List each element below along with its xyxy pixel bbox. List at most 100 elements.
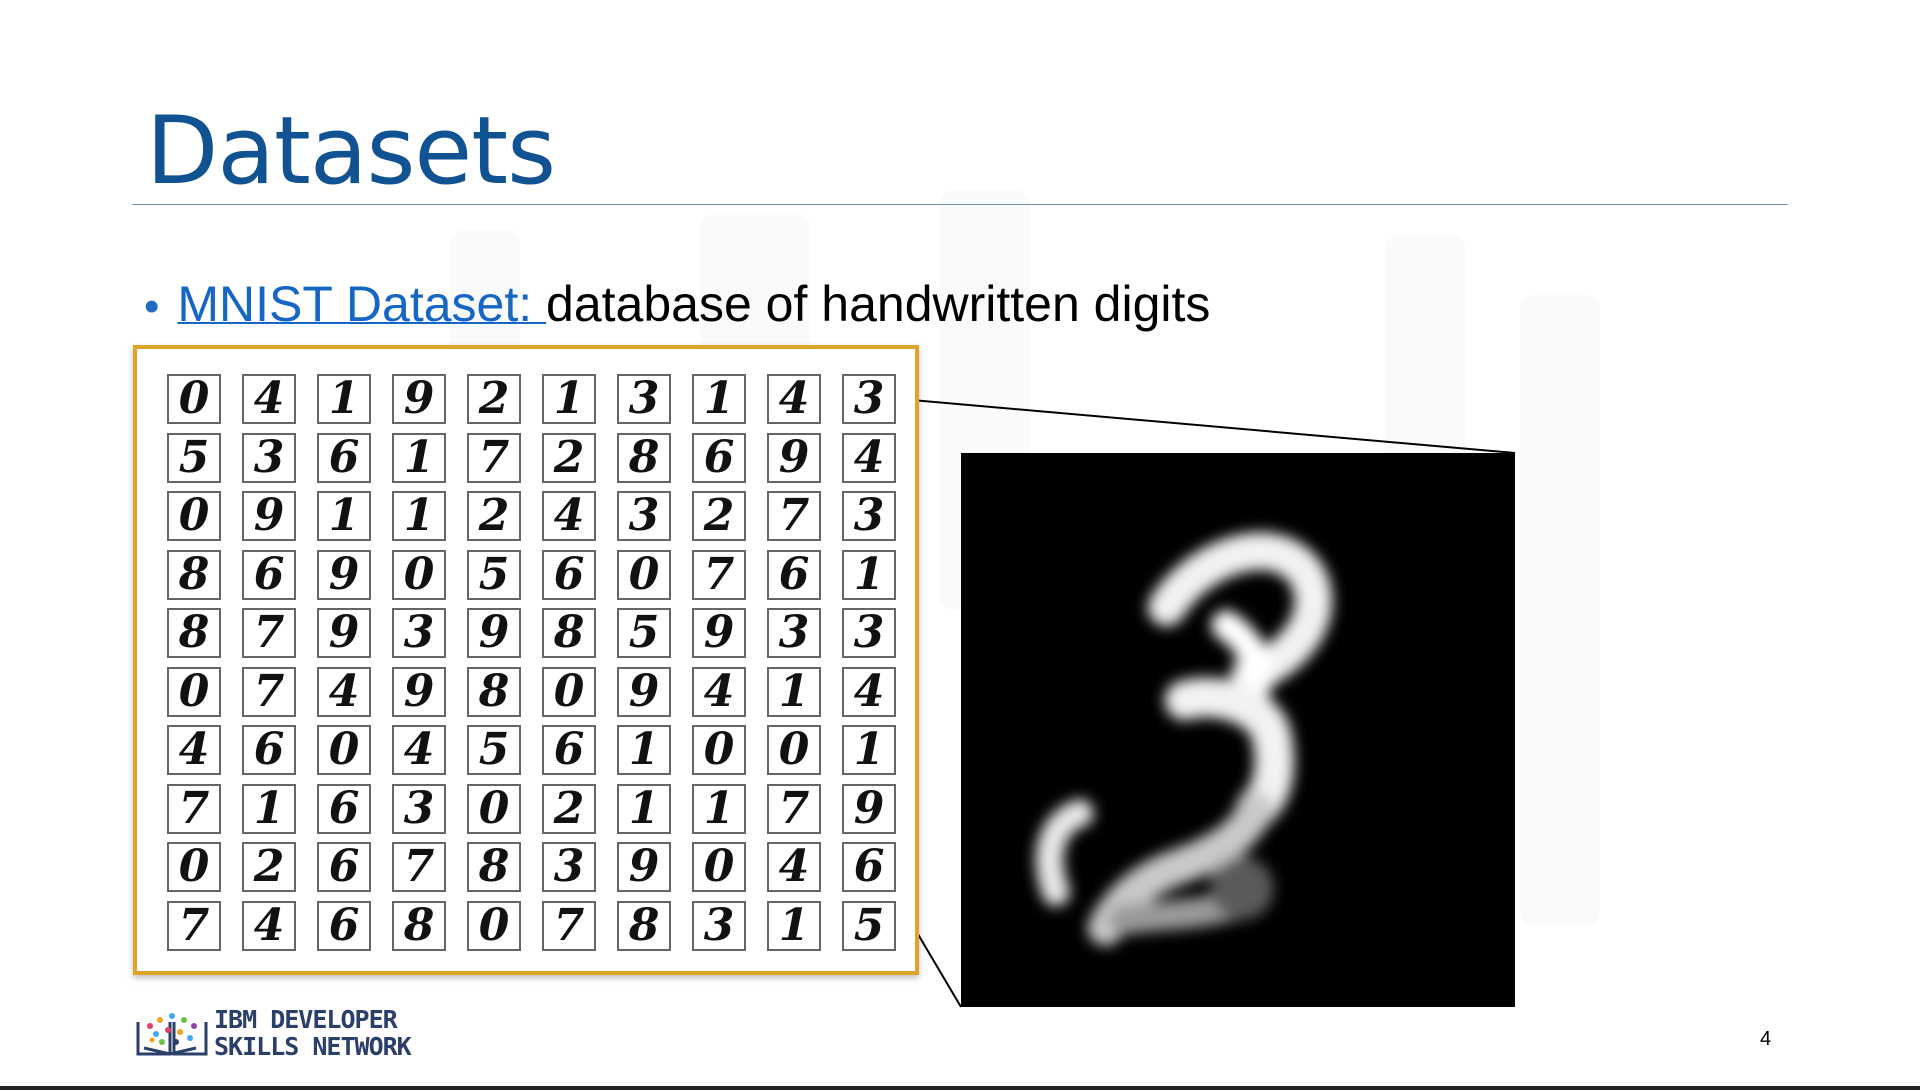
digit-cell: 3 [767,608,821,658]
digit-cell: 0 [542,666,596,717]
digit-cell: 1 [842,725,896,775]
digit-cell: 4 [767,374,821,424]
digit-cell: 0 [617,549,671,600]
digit-cell: 8 [617,900,671,951]
book-network-icon [136,1013,208,1056]
digit-cell: 7 [767,491,821,541]
zoomed-digit-image [961,453,1515,1007]
digit-cell: 1 [617,783,671,834]
digit-cell: 2 [542,432,596,483]
digit-cell: 4 [392,725,446,775]
digit-cell: 1 [692,783,746,834]
digit-cell: 7 [167,783,221,834]
digit-cell: 9 [392,374,446,424]
digit-cell: 3 [392,608,446,658]
digit-cell: 4 [767,842,821,892]
digit-cell: 4 [242,900,296,951]
bottom-border [0,1086,1920,1090]
zoom-digit-blur [1210,856,1274,920]
digit-cell: 8 [467,842,521,892]
digit-cell: 9 [392,666,446,717]
digit-cell: 9 [692,608,746,658]
digit-cell: 8 [167,608,221,658]
digit-cell: 6 [317,432,371,483]
digit-cell: 4 [842,666,896,717]
digit-cell: 3 [842,608,896,658]
digit-cell: 0 [167,666,221,717]
digit-cell: 8 [542,608,596,658]
bullet-dot-icon: • [144,282,160,331]
digit-cell: 3 [392,783,446,834]
logo-line-2: SKILLS NETWORK [214,1032,412,1061]
digit-cell: 0 [317,725,371,775]
digit-cell: 8 [392,900,446,951]
digit-cell: 9 [317,608,371,658]
digit-cell: 7 [467,432,521,483]
digit-cell: 1 [317,491,371,541]
title-divider [132,204,1788,205]
mnist-dataset-link[interactable]: MNIST Dataset: [177,276,546,332]
digit-cell: 4 [542,491,596,541]
digit-cell: 5 [842,900,896,951]
digit-cell: 8 [617,432,671,483]
ibm-developer-skills-network-logo: IBM DEVELOPER SKILLS NETWORK [134,1006,434,1062]
digit-cell: 0 [767,725,821,775]
digit-cell: 2 [467,491,521,541]
digit-cell: 5 [467,549,521,600]
zoomed-digit-pixels [961,453,1515,1007]
digit-cell: 3 [842,491,896,541]
digit-cell: 9 [842,783,896,834]
digit-cell: 1 [767,900,821,951]
bullet-text: database of handwritten digits [546,276,1211,332]
digit-cell: 6 [767,549,821,600]
digit-cell: 3 [542,842,596,892]
digit-cell: 4 [167,725,221,775]
digit-cell: 9 [317,549,371,600]
digit-cell: 3 [242,432,296,483]
digit-cell: 0 [467,900,521,951]
digit-cell: 9 [617,842,671,892]
digit-cell: 4 [692,666,746,717]
digit-cell: 1 [392,432,446,483]
digit-cell: 2 [692,491,746,541]
digit-cell: 0 [167,491,221,541]
digit-cell: 2 [467,374,521,424]
digit-cell: 7 [242,608,296,658]
digit-cell: 6 [242,549,296,600]
digit-cell: 3 [617,491,671,541]
digit-cell: 2 [542,783,596,834]
digit-grid: 0419213143536172869409112432738690560761… [167,374,902,951]
digit-cell: 5 [167,432,221,483]
digit-cell: 1 [542,374,596,424]
bullet-item: • MNIST Dataset: database of handwritten … [144,272,1210,339]
digit-cell: 3 [692,900,746,951]
slide: Datasets • MNIST Dataset: database of han… [0,0,1920,1090]
digit-cell: 4 [242,374,296,424]
digit-cell: 6 [242,725,296,775]
digit-cell: 5 [617,608,671,658]
digit-cell: 8 [467,666,521,717]
digit-cell: 7 [242,666,296,717]
digit-cell: 4 [317,666,371,717]
digit-cell: 9 [467,608,521,658]
digit-cell: 9 [242,491,296,541]
digit-cell: 7 [167,900,221,951]
digit-cell: 1 [842,549,896,600]
digit-cell: 0 [392,549,446,600]
digit-cell: 6 [542,725,596,775]
digit-cell: 3 [842,374,896,424]
digit-cell: 1 [242,783,296,834]
digit-cell: 1 [317,374,371,424]
digit-cell: 1 [392,491,446,541]
digit-cell: 6 [542,549,596,600]
digit-cell: 6 [692,432,746,483]
logo-line-1: IBM DEVELOPER [214,1005,398,1034]
slide-title: Datasets [146,97,556,206]
digit-cell: 9 [617,666,671,717]
logo-text: IBM DEVELOPER SKILLS NETWORK [214,1005,412,1061]
digit-cell: 7 [692,549,746,600]
page-number: 4 [1760,1028,1772,1050]
digit-cell: 8 [167,549,221,600]
digit-cell: 0 [467,783,521,834]
digit-cell: 0 [692,842,746,892]
